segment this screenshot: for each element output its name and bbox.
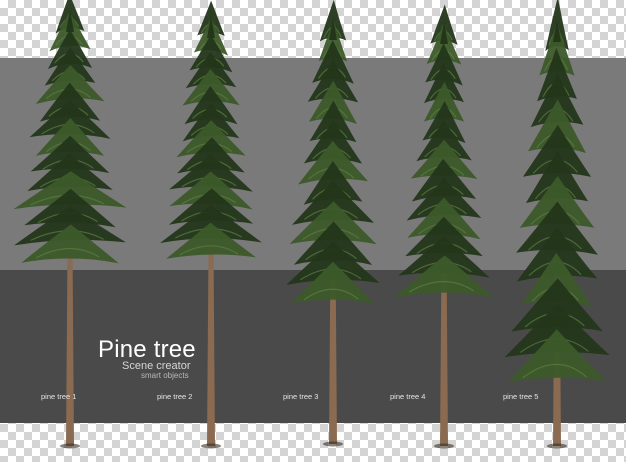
banner-tagline: smart objects	[141, 371, 189, 380]
trunk-base	[434, 443, 454, 449]
tree-label-3: pine tree 3	[283, 392, 319, 401]
tree-label-2: pine tree 2	[157, 392, 193, 401]
pine-tree-3-icon	[286, 0, 380, 447]
trunk-base	[323, 441, 343, 447]
foliage-tier	[394, 255, 494, 298]
tree-label-5: pine tree 5	[503, 392, 539, 401]
tree-label-4: pine tree 4	[390, 392, 426, 401]
pine-tree-2-icon	[160, 0, 262, 449]
foliage-tier	[166, 222, 256, 259]
pine-tree-4-icon	[394, 4, 494, 449]
pine-tree-1-icon	[13, 0, 127, 449]
tree-label-1: pine tree 1	[41, 392, 77, 401]
foliage-tier	[507, 329, 607, 383]
trunk-base	[201, 443, 221, 449]
pine-tree-5-icon	[504, 0, 610, 449]
trunk-base	[60, 443, 80, 449]
trunk-base	[547, 443, 567, 449]
